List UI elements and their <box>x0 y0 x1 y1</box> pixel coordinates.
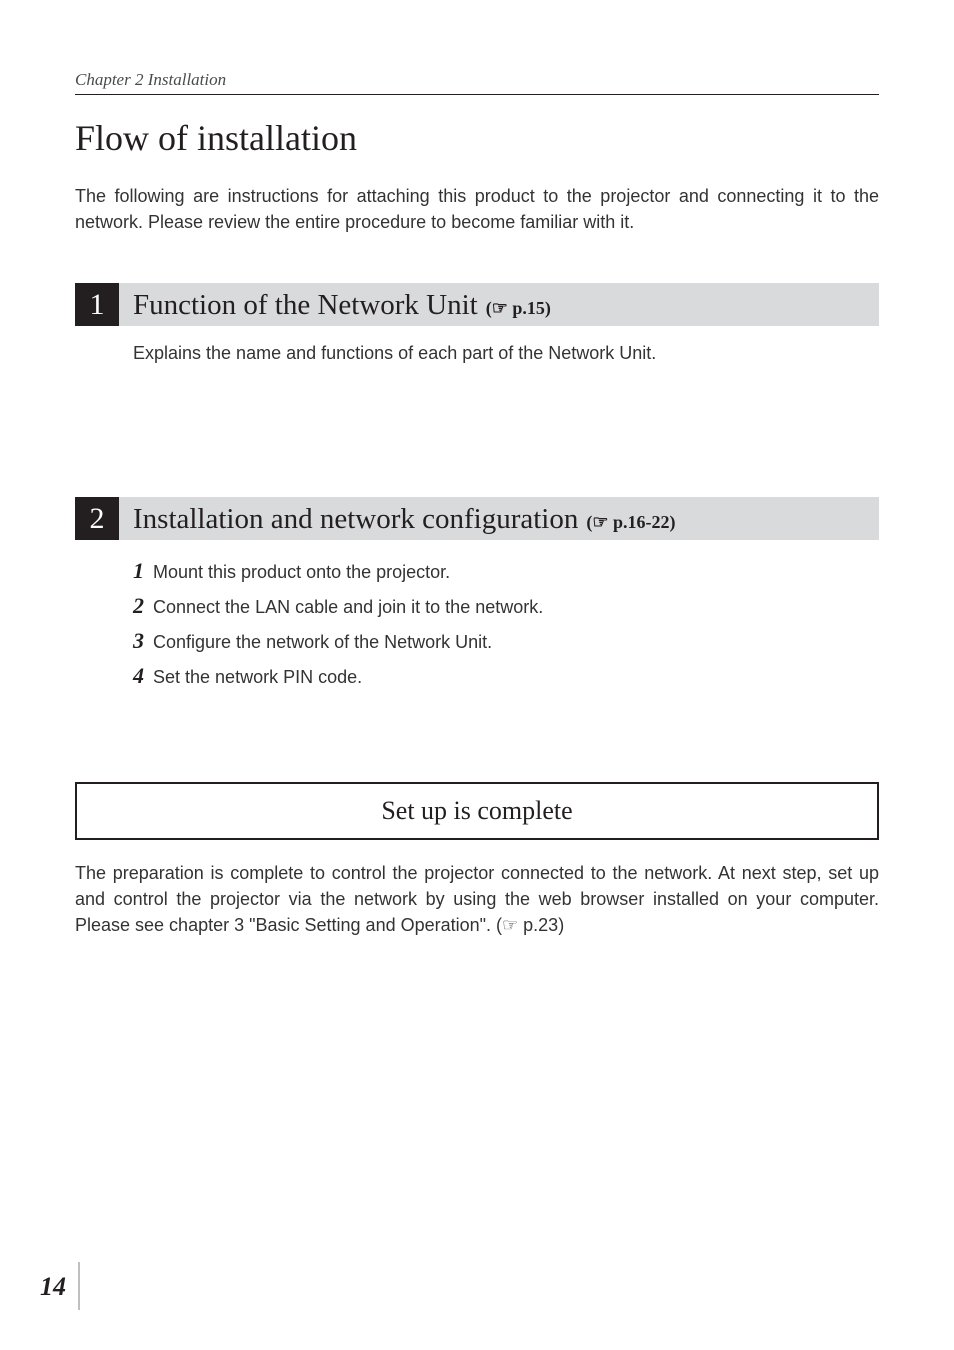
step-item: 1 Mount this product onto the projector. <box>133 554 879 587</box>
running-header: Chapter 2 Installation <box>75 70 879 95</box>
section-2-title: Installation and network configuration (… <box>119 497 690 540</box>
step-number: 3 <box>133 628 144 653</box>
section-2-title-text: Installation and network configuration <box>133 503 578 536</box>
section-1-title: Function of the Network Unit (☞ p.15) <box>119 283 565 326</box>
section-2-header: 2 Installation and network configuration… <box>75 497 879 540</box>
page-title: Flow of installation <box>75 117 879 159</box>
section-1-body: Explains the name and functions of each … <box>75 340 879 367</box>
section-1-header: 1 Function of the Network Unit (☞ p.15) <box>75 283 879 326</box>
closing-paragraph: The preparation is complete to control t… <box>75 860 879 938</box>
step-item: 4 Set the network PIN code. <box>133 659 879 692</box>
section-2-body: 1 Mount this product onto the projector.… <box>75 554 879 692</box>
section-2-pageref: (☞ p.16-22) <box>586 512 675 533</box>
page-number: 14 <box>40 1272 66 1302</box>
section-1-number: 1 <box>75 283 119 326</box>
step-item: 3 Configure the network of the Network U… <box>133 624 879 657</box>
setup-complete-box: Set up is complete <box>75 782 879 840</box>
step-text: Configure the network of the Network Uni… <box>148 632 492 652</box>
step-text: Connect the LAN cable and join it to the… <box>148 597 543 617</box>
page-number-rule <box>78 1262 80 1310</box>
step-list: 1 Mount this product onto the projector.… <box>133 554 879 692</box>
step-number: 2 <box>133 593 144 618</box>
section-1-pageref: (☞ p.15) <box>486 298 551 319</box>
step-text: Set the network PIN code. <box>148 667 362 687</box>
step-text: Mount this product onto the projector. <box>148 562 450 582</box>
section-2-number: 2 <box>75 497 119 540</box>
step-number: 4 <box>133 663 144 688</box>
section-1-title-text: Function of the Network Unit <box>133 289 478 322</box>
step-number: 1 <box>133 558 144 583</box>
step-item: 2 Connect the LAN cable and join it to t… <box>133 589 879 622</box>
intro-paragraph: The following are instructions for attac… <box>75 183 879 235</box>
